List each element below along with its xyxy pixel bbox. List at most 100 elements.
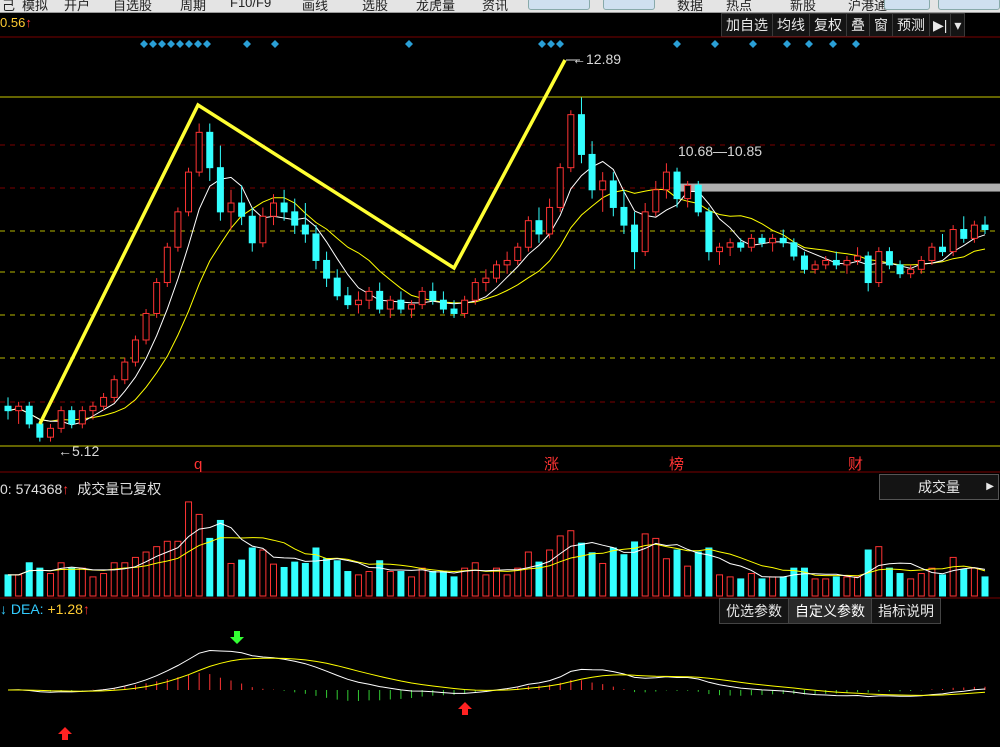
candle-body: [885, 251, 893, 266]
dif-line: [7, 649, 986, 698]
candle-body: [524, 220, 532, 248]
volume-bar: [737, 578, 745, 597]
candle-body: [301, 224, 309, 235]
candle-body: [556, 167, 564, 208]
volume-bar: [588, 552, 596, 597]
volume-bar: [832, 576, 840, 597]
volume-bar: [981, 576, 989, 597]
volume-bar: [514, 567, 522, 597]
volume-bar: [939, 574, 947, 597]
signal-diamond: [243, 40, 251, 48]
candle-body: [174, 211, 182, 248]
volume-bar: [684, 565, 692, 597]
candle-body: [939, 246, 947, 253]
signal-diamond: [547, 40, 555, 48]
candle-body: [471, 282, 479, 301]
volume-bar: [153, 546, 161, 597]
candle-body: [970, 224, 978, 239]
volume-bar: [344, 571, 352, 597]
candle-body: [907, 268, 915, 275]
volume-bar: [493, 567, 500, 597]
candle-body: [89, 405, 97, 412]
candle-body: [694, 184, 702, 213]
candle-body: [153, 282, 161, 314]
candle-body: [609, 180, 617, 208]
candle-body: [450, 308, 458, 314]
volume-bar: [397, 571, 405, 597]
candle-body: [333, 277, 341, 297]
volume-bar: [546, 549, 554, 597]
candle-body: [641, 211, 649, 253]
candle-body: [917, 259, 925, 270]
volume-bar: [25, 562, 33, 597]
volume-bar: [960, 569, 968, 597]
candle-body: [631, 224, 639, 253]
candle-body: [726, 242, 734, 248]
signal-diamond: [405, 40, 413, 48]
event-marker: q: [194, 456, 202, 473]
volume-bar: [843, 576, 851, 597]
candle-body: [960, 229, 968, 239]
stock-chart[interactable]: ←12.89 ←5.12 10.68—10.85 q 涨 榜 财: [0, 0, 1000, 747]
volume-bar: [259, 549, 267, 597]
candle-body: [811, 264, 819, 270]
candle-body: [620, 206, 628, 226]
candle-body: [418, 290, 426, 306]
volume-header: 0: 574368↑ 成交量已复权: [0, 481, 162, 497]
candle-body: [25, 405, 33, 425]
volume-bar: [461, 567, 469, 597]
signal-diamond: [167, 40, 175, 48]
volume-bar: [694, 551, 702, 597]
volume-bar: [418, 567, 426, 597]
volume-bar: [386, 571, 394, 597]
candle-body: [822, 259, 830, 266]
volume-bar: [408, 576, 416, 597]
candle-body: [949, 229, 957, 253]
candle-body: [131, 339, 139, 363]
zigzag-line: [38, 59, 567, 425]
volume-bar: [376, 560, 384, 597]
volume-bar: [227, 562, 235, 597]
volume-bar: [822, 578, 830, 597]
candle-body: [248, 215, 256, 244]
signal-diamond: [556, 40, 564, 48]
candle-body: [896, 264, 904, 275]
candle-body: [4, 405, 12, 412]
resistance-band: [676, 183, 1000, 192]
candle-body: [142, 312, 150, 341]
indicator-tab[interactable]: 指标说明: [871, 598, 941, 624]
indicator-tab[interactable]: 优选参数: [719, 598, 789, 624]
candle-body: [652, 189, 660, 213]
candle-body: [705, 211, 713, 253]
candle-body: [57, 410, 65, 429]
volume-bar: [365, 571, 373, 597]
volume-bar: [482, 574, 490, 597]
candle-body: [216, 167, 224, 213]
volume-bar: [4, 574, 12, 597]
volume-bar: [620, 554, 628, 597]
signal-diamond: [783, 40, 791, 48]
volume-bar: [726, 576, 734, 597]
volume-bar: [354, 574, 362, 597]
candle-body: [546, 206, 554, 235]
volume-bar: [875, 546, 883, 597]
signal-diamond: [149, 40, 157, 48]
candle-body: [928, 246, 936, 261]
candle-body: [195, 131, 203, 173]
event-marker: 涨: [544, 456, 559, 473]
candle-body: [779, 237, 787, 244]
candle-body: [514, 246, 522, 261]
candle-body: [662, 171, 670, 191]
volume-indicator-select[interactable]: 成交量 ▶: [879, 474, 999, 500]
signal-diamond: [194, 40, 202, 48]
candle-body: [864, 255, 872, 284]
volume-bar: [599, 562, 607, 597]
indicator-tab[interactable]: 自定义参数: [788, 598, 872, 624]
volume-bar: [46, 573, 54, 597]
signal-diamond: [749, 40, 757, 48]
candle-body: [386, 299, 394, 310]
volume-bar: [631, 541, 639, 597]
candle-body: [227, 202, 235, 213]
candle-body: [376, 290, 384, 310]
low-price-label: ←5.12: [58, 443, 99, 459]
